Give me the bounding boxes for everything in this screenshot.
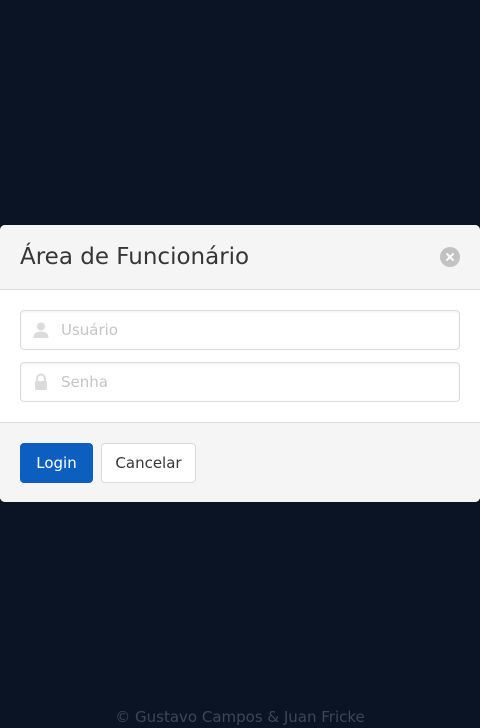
user-icon bbox=[33, 322, 49, 338]
login-button[interactable]: Login bbox=[20, 443, 93, 483]
username-input[interactable] bbox=[61, 311, 451, 349]
modal-footer: Login Cancelar bbox=[0, 423, 480, 502]
password-input[interactable] bbox=[61, 363, 451, 401]
login-modal: Área de Funcionário Login Cancelar bbox=[0, 225, 480, 502]
copyright-footer: © Gustavo Campos & Juan Fricke bbox=[115, 708, 365, 726]
cancel-button[interactable]: Cancelar bbox=[101, 443, 196, 483]
username-field[interactable] bbox=[20, 310, 460, 350]
modal-body bbox=[0, 290, 480, 423]
modal-header: Área de Funcionário bbox=[0, 225, 480, 290]
lock-icon bbox=[35, 373, 47, 390]
close-icon[interactable] bbox=[440, 247, 460, 267]
modal-title: Área de Funcionário bbox=[20, 244, 250, 270]
password-field[interactable] bbox=[20, 362, 460, 402]
